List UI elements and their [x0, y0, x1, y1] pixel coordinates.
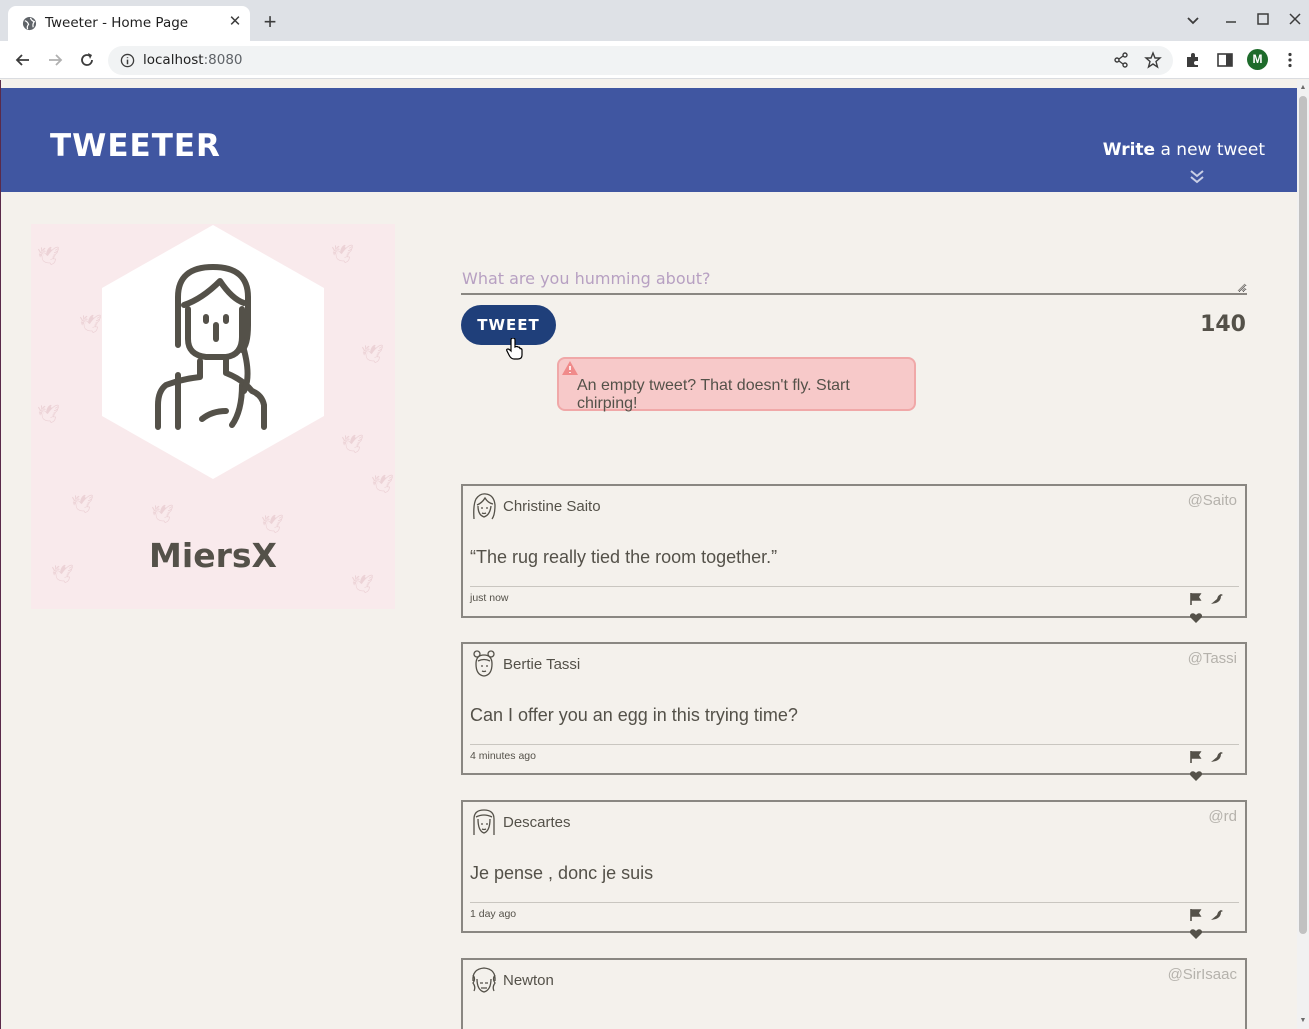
- globe-icon: [22, 16, 37, 31]
- tweet-card: Christine Saito @Saito “The rug really t…: [461, 484, 1247, 623]
- retweet-bird-icon[interactable]: [1210, 592, 1224, 606]
- heart-icon[interactable]: [1189, 611, 1203, 625]
- bird-pattern-icon: 🕊: [37, 404, 60, 424]
- tweet-card: Descartes @rd Je pense , donc je suis 1 …: [461, 800, 1247, 939]
- scroll-down-icon[interactable]: ▼: [1299, 1017, 1307, 1025]
- new-tab-icon[interactable]: +: [260, 11, 280, 33]
- user-avatar-icon: [473, 650, 495, 677]
- extensions-icon[interactable]: [1184, 51, 1202, 69]
- side-panel-icon[interactable]: [1216, 51, 1234, 69]
- bird-pattern-icon: 🕊: [37, 246, 60, 266]
- reload-icon[interactable]: [77, 50, 97, 70]
- bird-pattern-icon: 🕊: [151, 504, 174, 524]
- tab-search-icon[interactable]: [1183, 10, 1203, 30]
- info-icon[interactable]: [120, 53, 135, 68]
- tweet-handle: @Tassi: [1187, 650, 1237, 667]
- tweet-author-name: Christine Saito: [503, 498, 601, 515]
- forward-icon[interactable]: [45, 50, 65, 70]
- tweet-divider: [470, 902, 1239, 903]
- page-scrollbar[interactable]: ▲ ▼: [1297, 80, 1309, 1029]
- address-bar[interactable]: localhost:8080: [108, 46, 1173, 75]
- bird-pattern-icon: 🕊: [261, 514, 284, 534]
- site-header: Tweeter Write a new tweet: [1, 88, 1297, 192]
- close-window-icon[interactable]: [1285, 10, 1305, 30]
- bookmark-star-icon[interactable]: [1144, 51, 1162, 69]
- bird-pattern-icon: 🕊: [361, 344, 384, 364]
- flag-icon[interactable]: [1189, 750, 1203, 764]
- tweet-timestamp: just now: [470, 592, 509, 604]
- bird-pattern-icon: 🕊: [351, 574, 374, 594]
- bird-pattern-icon: 🕊: [341, 434, 364, 454]
- user-avatar-icon: [473, 493, 496, 520]
- tweet-divider: [470, 586, 1239, 587]
- tweet-actions: [1186, 592, 1238, 623]
- tweet-author-name: Descartes: [503, 814, 571, 831]
- user-avatar-icon: [473, 809, 495, 835]
- browser-tab-strip: Tweeter - Home Page ✕ +: [0, 0, 1309, 41]
- share-icon[interactable]: [1112, 51, 1130, 69]
- heart-icon[interactable]: [1189, 769, 1203, 783]
- menu-kebab-icon[interactable]: [1281, 51, 1299, 69]
- write-tweet-link[interactable]: Write a new tweet: [1103, 140, 1265, 160]
- minimize-icon[interactable]: [1221, 10, 1241, 30]
- profile-avatar[interactable]: M: [1247, 49, 1268, 70]
- heart-icon[interactable]: [1189, 927, 1203, 941]
- tweet-handle: @rd: [1208, 808, 1237, 825]
- tweet-textarea[interactable]: [461, 267, 1247, 295]
- resize-grip-icon[interactable]: [1237, 283, 1246, 292]
- tweet-divider: [470, 744, 1239, 745]
- profile-card: 🕊 🕊 🕊 🕊 🕊 🕊 🕊 🕊 🕊 🕊 🕊 🕊 MiersX: [31, 224, 395, 609]
- maximize-icon[interactable]: [1253, 10, 1273, 30]
- profile-avatar-hexagon: [102, 225, 324, 479]
- close-tab-icon[interactable]: ✕: [226, 13, 244, 31]
- bird-pattern-icon: 🕊: [371, 474, 394, 494]
- double-chevron-down-icon[interactable]: [1188, 168, 1206, 186]
- flag-icon[interactable]: [1189, 592, 1203, 606]
- tweet-handle: @SirIsaac: [1167, 966, 1237, 983]
- tweet-timestamp: 1 day ago: [470, 908, 517, 920]
- tweet-actions: [1186, 908, 1238, 939]
- flag-icon[interactable]: [1189, 908, 1203, 922]
- tweet-handle: @Saito: [1187, 492, 1237, 509]
- profile-name: MiersX: [149, 536, 277, 575]
- back-icon[interactable]: [13, 50, 33, 70]
- bird-pattern-icon: 🕊: [79, 314, 102, 334]
- tweet-author-name: Newton: [503, 972, 554, 989]
- url-text: localhost:8080: [143, 52, 243, 68]
- scrollbar-thumb[interactable]: [1299, 96, 1307, 934]
- tweet-body: Je pense , donc je suis: [470, 863, 654, 883]
- tweet-card: Bertie Tassi @Tassi Can I offer you an e…: [461, 642, 1247, 781]
- bird-pattern-icon: 🕊: [71, 494, 94, 514]
- tweet-body: “The rug really tied the room together.”: [470, 547, 778, 567]
- tweet-actions: [1186, 750, 1238, 781]
- tab-title: Tweeter - Home Page: [45, 15, 189, 31]
- tweet-timestamp: 4 minutes ago: [470, 750, 536, 762]
- warning-icon: [562, 361, 578, 375]
- bird-pattern-icon: 🕊: [331, 244, 354, 264]
- tweet-card: Newton @SirIsaac: [461, 958, 1247, 1029]
- browser-tab[interactable]: Tweeter - Home Page ✕: [8, 6, 250, 41]
- user-avatar-icon: [472, 967, 496, 993]
- tweet-body: Can I offer you an egg in this trying ti…: [470, 705, 798, 725]
- retweet-bird-icon[interactable]: [1210, 750, 1224, 764]
- error-message: An empty tweet? That doesn't fly. Start …: [557, 357, 916, 412]
- error-text: An empty tweet? That doesn't fly. Start …: [577, 377, 850, 412]
- character-counter: 140: [1200, 312, 1246, 337]
- browser-toolbar: localhost:8080 M: [0, 41, 1309, 79]
- tweet-author-name: Bertie Tassi: [503, 656, 581, 673]
- site-logo[interactable]: Tweeter: [50, 128, 221, 164]
- scroll-up-icon[interactable]: ▲: [1299, 84, 1307, 92]
- hand-cursor-icon: [506, 338, 523, 360]
- retweet-bird-icon[interactable]: [1210, 908, 1224, 922]
- page-viewport: Tweeter Write a new tweet 🕊 🕊 🕊 🕊 🕊 🕊 🕊 …: [0, 80, 1297, 1029]
